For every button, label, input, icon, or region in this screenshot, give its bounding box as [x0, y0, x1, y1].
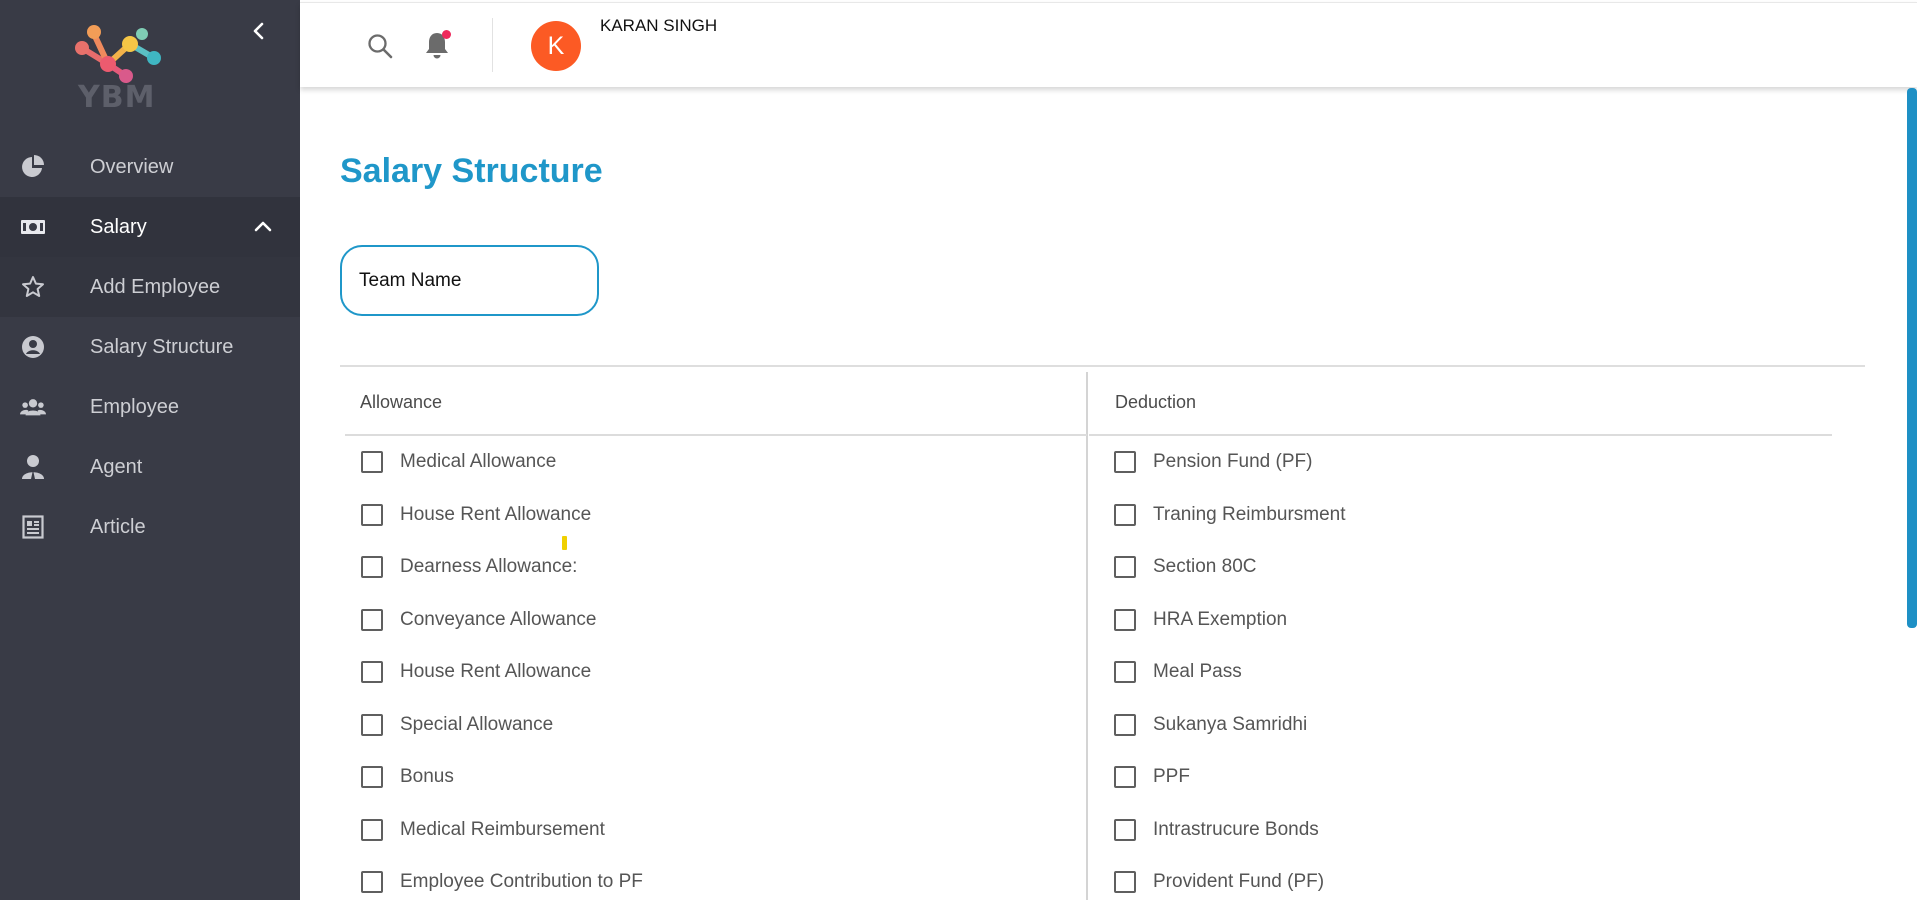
- header-divider-line: [1089, 434, 1832, 436]
- option-label: Dearness Allowance:: [400, 556, 578, 577]
- user-name: KARAN SINGH: [600, 16, 718, 35]
- allowance-option[interactable]: Special Allowance: [361, 710, 553, 740]
- option-label: Traning Reimbursment: [1153, 504, 1346, 525]
- deduction-option[interactable]: Provident Fund (PF): [1114, 867, 1324, 897]
- search-icon: [368, 34, 393, 59]
- option-label: House Rent Allowance: [400, 661, 592, 682]
- deduction-option[interactable]: Pension Fund (PF): [1114, 447, 1312, 477]
- allowance-option[interactable]: Conveyance Allowance: [361, 605, 596, 635]
- option-label: Intrastrucure Bonds: [1153, 819, 1319, 840]
- deduction-option[interactable]: Sukanya Samridhi: [1114, 710, 1307, 740]
- deduction-option[interactable]: Meal Pass: [1114, 657, 1242, 687]
- sidebar-item-employee[interactable]: Employee: [0, 377, 300, 437]
- deduction-option[interactable]: PPF: [1114, 762, 1190, 792]
- header-divider: [492, 18, 493, 72]
- sidebar-item-label: Salary: [90, 216, 147, 238]
- sidebar-item-salary-structure[interactable]: Salary Structure: [0, 317, 300, 377]
- allowance-header: Allowance: [360, 392, 443, 412]
- allowance-option[interactable]: Dearness Allowance:: [361, 552, 577, 582]
- sidebar-item-article[interactable]: Article: [0, 497, 300, 557]
- sidebar-item-agent[interactable]: Agent: [0, 437, 300, 497]
- search-button[interactable]: [366, 32, 394, 60]
- option-label: Medical Reimbursement: [400, 819, 605, 840]
- checkbox[interactable]: [361, 556, 383, 578]
- option-label: Bonus: [400, 766, 454, 787]
- deduction-header: Deduction: [1115, 392, 1197, 412]
- notifications-button[interactable]: [424, 29, 452, 61]
- scrollbar-thumb[interactable]: [1907, 88, 1917, 628]
- article-icon: [20, 515, 46, 539]
- sidebar-item-label: Article: [90, 516, 146, 538]
- logo-text: YBM: [78, 80, 156, 115]
- checkbox[interactable]: [361, 714, 383, 736]
- sidebar-item-add-employee[interactable]: Add Employee: [0, 257, 300, 317]
- notification-dot: [442, 30, 451, 39]
- allowance-option[interactable]: Medical Reimbursement: [361, 815, 605, 845]
- header-divider-line: [345, 434, 1087, 436]
- option-label: Employee Contribution to PF: [400, 871, 643, 892]
- allowance-option[interactable]: Medical Allowance: [361, 447, 556, 477]
- checkbox[interactable]: [361, 871, 383, 893]
- checkbox[interactable]: [361, 766, 383, 788]
- sidebar-item-label: Employee: [90, 396, 179, 418]
- avatar[interactable]: K: [531, 21, 581, 71]
- checkbox[interactable]: [1114, 766, 1136, 788]
- table-top-border: [340, 365, 1865, 367]
- sidebar-item-salary[interactable]: Salary: [0, 197, 300, 257]
- sidebar-item-label: Agent: [90, 456, 143, 478]
- checkbox[interactable]: [361, 609, 383, 631]
- deduction-option[interactable]: HRA Exemption: [1114, 605, 1287, 635]
- deduction-option[interactable]: Section 80C: [1114, 552, 1257, 582]
- allowance-option[interactable]: House Rent Allowance: [361, 657, 591, 687]
- option-label: Pension Fund (PF): [1153, 451, 1313, 472]
- chevron-up-icon: [254, 221, 272, 232]
- user-circle-icon: [20, 335, 46, 359]
- top-header: K KARAN SINGH: [300, 2, 1917, 87]
- sidebar-item-label: Overview: [90, 156, 174, 178]
- checkbox[interactable]: [1114, 451, 1136, 473]
- allowance-option[interactable]: Bonus: [361, 762, 454, 792]
- checkbox[interactable]: [1114, 609, 1136, 631]
- checkbox[interactable]: [1114, 714, 1136, 736]
- option-label: PPF: [1153, 766, 1190, 787]
- team-name-input[interactable]: [340, 245, 599, 316]
- option-label: Conveyance Allowance: [400, 609, 597, 630]
- checkbox[interactable]: [1114, 504, 1136, 526]
- money-icon: [20, 215, 46, 239]
- option-label: Medical Allowance: [400, 451, 557, 472]
- star-icon: [20, 275, 46, 299]
- sidebar-nav: Overview Salary Add Employee Salary Stru…: [0, 137, 300, 557]
- sidebar-item-label: Add Employee: [90, 276, 221, 298]
- option-label: HRA Exemption: [1153, 609, 1288, 630]
- option-label: Special Allowance: [400, 714, 554, 735]
- column-divider: [1086, 372, 1088, 900]
- page-title: Salary Structure: [340, 152, 603, 190]
- checkbox[interactable]: [361, 819, 383, 841]
- option-label: House Rent Allowance: [400, 504, 592, 525]
- collapse-sidebar-button[interactable]: [247, 18, 271, 44]
- checkbox[interactable]: [1114, 556, 1136, 578]
- sidebar-item-label: Salary Structure: [90, 336, 234, 358]
- option-label: Sukanya Samridhi: [1153, 714, 1308, 735]
- checkbox[interactable]: [361, 661, 383, 683]
- users-icon: [20, 395, 46, 419]
- checkbox[interactable]: [1114, 871, 1136, 893]
- checkbox[interactable]: [1114, 819, 1136, 841]
- chevron-left-icon: [253, 22, 264, 40]
- checkbox[interactable]: [361, 504, 383, 526]
- deduction-option[interactable]: Traning Reimbursment: [1114, 500, 1346, 530]
- allowance-option[interactable]: House Rent Allowance: [361, 500, 591, 530]
- checkbox[interactable]: [1114, 661, 1136, 683]
- agent-icon: [20, 455, 46, 479]
- pie-chart-icon: [20, 155, 46, 179]
- option-label: Provident Fund (PF): [1153, 871, 1325, 892]
- deduction-option[interactable]: Intrastrucure Bonds: [1114, 815, 1319, 845]
- text-cursor-indicator: [562, 536, 567, 550]
- allowance-option[interactable]: Employee Contribution to PF: [361, 867, 643, 897]
- option-label: Meal Pass: [1153, 661, 1242, 682]
- checkbox[interactable]: [361, 451, 383, 473]
- sidebar-item-overview[interactable]: Overview: [0, 137, 300, 197]
- sidebar: YBM Overview Salary Add Employee Salary …: [0, 0, 300, 900]
- option-label: Section 80C: [1153, 556, 1257, 577]
